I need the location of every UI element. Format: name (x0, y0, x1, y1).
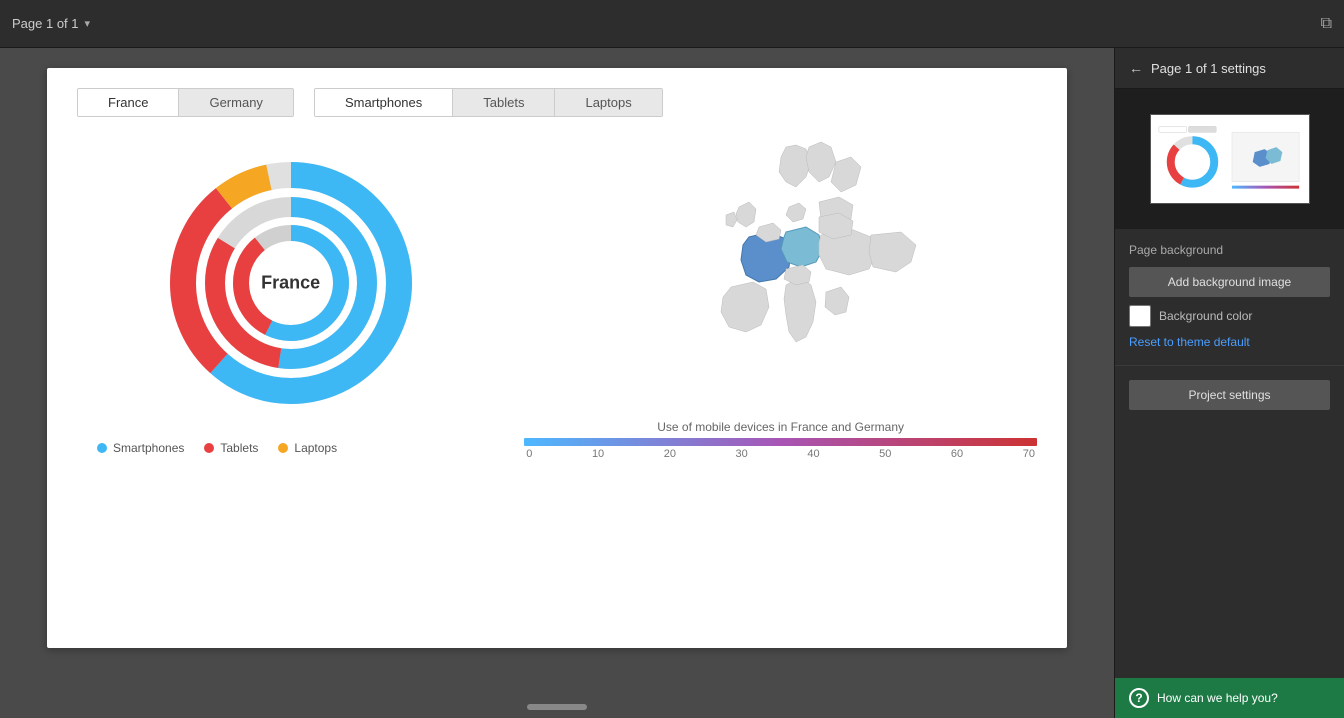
tab-smartphones[interactable]: Smartphones (315, 89, 453, 116)
right-panel: ← Page 1 of 1 settings (1114, 48, 1344, 718)
page-title-label: Page 1 of 1 (12, 16, 79, 31)
country-tab-group: France Germany (77, 88, 294, 117)
legend-label-tablets: Tablets (220, 441, 258, 455)
thumbnail-svg (1151, 114, 1309, 204)
page-indicator[interactable]: Page 1 of 1 ▾ (12, 16, 90, 31)
main-layout: France Germany Smartphones Tablets Lapto… (0, 48, 1344, 718)
reset-to-theme-link[interactable]: Reset to theme default (1129, 335, 1250, 349)
color-bar-labels: 0 10 20 30 40 50 60 70 (524, 448, 1037, 460)
map-svg (591, 127, 971, 407)
scroll-handle[interactable] (527, 704, 587, 710)
legend-laptops: Laptops (278, 441, 337, 455)
canvas-area: France Germany Smartphones Tablets Lapto… (0, 48, 1114, 718)
legend-dot-laptops (278, 443, 288, 453)
chevron-down-icon: ▾ (85, 17, 91, 30)
background-color-row: Background color (1129, 305, 1330, 327)
tabs-container: France Germany Smartphones Tablets Lapto… (77, 88, 1037, 117)
help-icon: ? (1129, 688, 1149, 708)
panel-title: Page 1 of 1 settings (1151, 61, 1266, 76)
page-background-section: Page background Add background image Bac… (1115, 229, 1344, 366)
bar-label-0: 0 (526, 448, 532, 460)
page-thumbnail (1150, 114, 1310, 204)
legend-label-laptops: Laptops (294, 441, 337, 455)
bar-label-50: 50 (879, 448, 891, 460)
legend-label-smartphones: Smartphones (113, 441, 184, 455)
back-arrow-icon[interactable]: ← (1129, 60, 1143, 76)
tab-germany[interactable]: Germany (179, 89, 292, 116)
color-bar (524, 438, 1037, 446)
background-color-label: Background color (1159, 309, 1252, 323)
color-bar-container: Use of mobile devices in France and Germ… (524, 420, 1037, 460)
bar-label-10: 10 (592, 448, 604, 460)
add-background-image-button[interactable]: Add background image (1129, 267, 1330, 297)
legend-smartphones: Smartphones (97, 441, 184, 455)
chart-legend: Smartphones Tablets Laptops (77, 441, 504, 455)
copy-icon[interactable]: ⧉ (1321, 15, 1332, 33)
project-settings-container: Project settings (1115, 366, 1344, 424)
bar-label-60: 60 (951, 448, 963, 460)
device-tab-group: Smartphones Tablets Laptops (314, 88, 663, 117)
page-background-label: Page background (1129, 243, 1330, 257)
tab-tablets[interactable]: Tablets (453, 89, 555, 116)
panel-header: ← Page 1 of 1 settings (1115, 48, 1344, 89)
top-bar: Page 1 of 1 ▾ ⧉ (0, 0, 1344, 48)
legend-tablets: Tablets (204, 441, 258, 455)
project-settings-button[interactable]: Project settings (1129, 380, 1330, 410)
donut-chart: France (141, 133, 441, 433)
bar-label-70: 70 (1023, 448, 1035, 460)
donut-chart-section: France Smartphones Tablets (77, 127, 504, 460)
thumbnail-area (1115, 89, 1344, 229)
legend-dot-smartphones (97, 443, 107, 453)
help-text: How can we help you? (1157, 691, 1278, 705)
bar-label-40: 40 (807, 448, 819, 460)
bar-label-20: 20 (664, 448, 676, 460)
donut-center-label: France (261, 272, 320, 293)
report-page: France Germany Smartphones Tablets Lapto… (47, 68, 1067, 648)
panel-spacer (1115, 424, 1344, 678)
map-section: Use of mobile devices in France and Germ… (524, 127, 1037, 460)
background-color-swatch[interactable] (1129, 305, 1151, 327)
help-bar[interactable]: ? How can we help you? (1115, 678, 1344, 718)
tab-france[interactable]: France (78, 89, 179, 116)
color-bar-title: Use of mobile devices in France and Germ… (524, 420, 1037, 434)
bar-label-30: 30 (736, 448, 748, 460)
tab-laptops[interactable]: Laptops (555, 89, 661, 116)
legend-dot-tablets (204, 443, 214, 453)
europe-map (591, 127, 971, 412)
charts-row: France Smartphones Tablets (77, 127, 1037, 460)
